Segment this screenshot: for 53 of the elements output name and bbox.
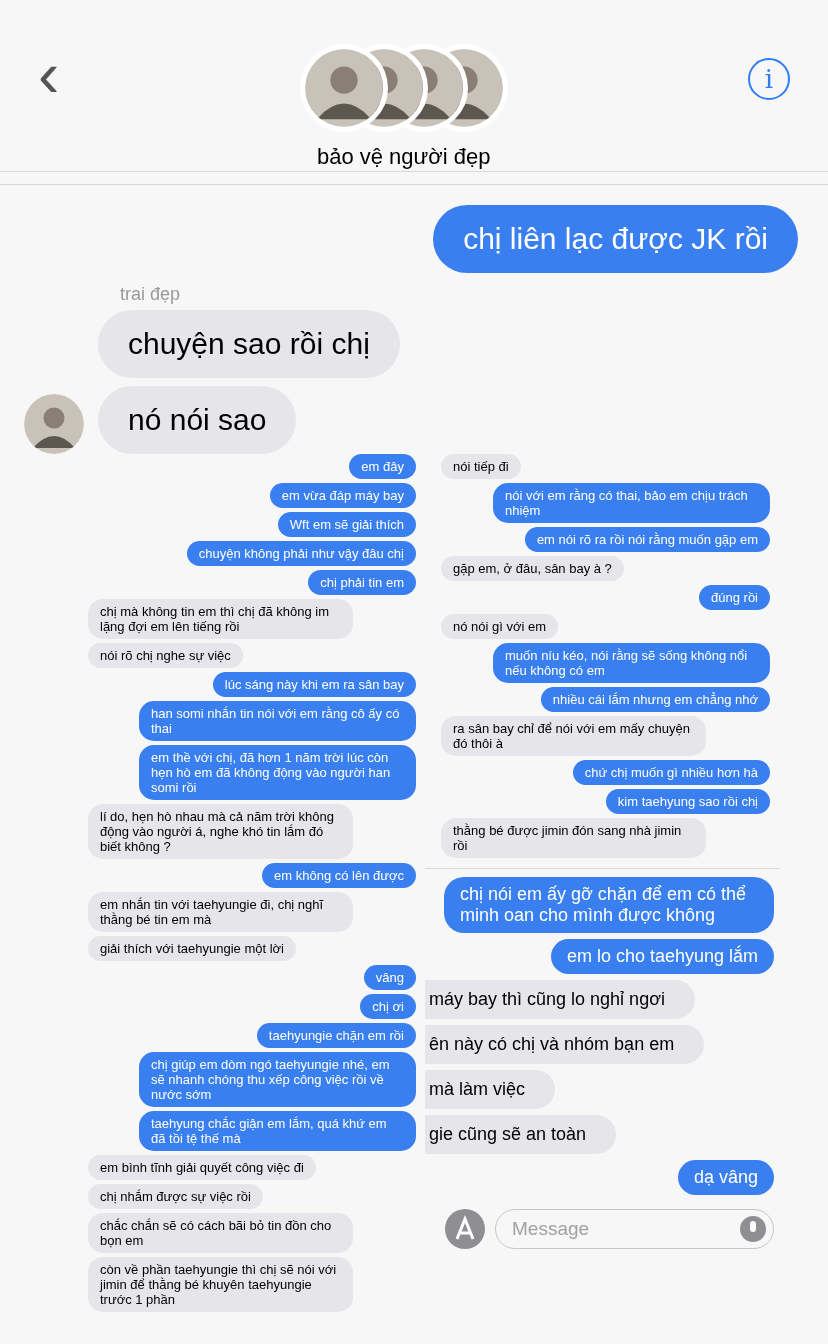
received-message: ra sân bay chỉ để nói với em mấy chuyện đó thôi à — [441, 716, 706, 756]
sent-message: muốn níu kéo, nói rằng sẽ sống không nổi nếu không có em — [493, 643, 770, 683]
received-message: chuyện sao rồi chị — [98, 310, 400, 378]
received-message: giải thích với taehyungie một lời — [88, 936, 296, 961]
sent-message: em lo cho taehyung lắm — [550, 939, 774, 974]
received-message: còn về phần taehyungie thì chị sẽ nói với jimin để thằng bé khuyên taehyungie trước 1 phần — [88, 1257, 353, 1312]
sent-message: chị giúp em dòm ngó taehyungie nhé, em sẽ nhanh chóng thu xếp công việc rồi về nước sớm — [139, 1052, 416, 1107]
sent-message: chị ơi — [360, 994, 416, 1019]
sent-message: nhiều cái lắm nhưng em chẳng nhớ — [540, 687, 770, 712]
sent-message: Wft em sẽ giải thích — [277, 512, 416, 537]
received-message: chắc chắn sẽ có cách bãi bỏ tin đồn cho bọn em — [88, 1213, 353, 1253]
received-message: nói tiếp đi — [441, 454, 521, 479]
sent-message: em đây — [349, 454, 416, 479]
received-message: chị nhắm được sự việc rồi — [88, 1184, 263, 1209]
sent-message: chị nói em ấy gỡ chặn để em có thể minh oan cho mình được không — [444, 877, 774, 933]
sent-message: chị phải tin em — [308, 570, 416, 595]
app-store-icon[interactable] — [445, 1209, 485, 1249]
sent-message: vâng — [363, 965, 416, 990]
sent-message: nói với em rằng có thai, bảo em chịu trách nhiệm — [493, 483, 770, 523]
sent-message: em vừa đáp máy bay — [269, 483, 416, 508]
sent-message: dạ vâng — [677, 1160, 774, 1195]
sent-message: taehyung chắc giận em lắm, quá khứ em đã tồi tệ thế mà — [139, 1111, 416, 1151]
received-message: gặp em, ở đâu, sân bay à ? — [441, 556, 624, 581]
sent-message: đúng rồi — [699, 585, 770, 610]
back-button[interactable]: ‹ — [38, 44, 60, 104]
received-message: em bình tĩnh giải quyết công việc đi — [88, 1155, 316, 1180]
sender-name: trai đẹp — [119, 283, 182, 306]
received-message: máy bay thì cũng lo nghỉ ngơi — [425, 980, 695, 1019]
sent-message: lúc sáng này khi em ra sân bay — [212, 672, 416, 697]
sent-message: taehyungie chặn em rồi — [256, 1023, 416, 1048]
sent-message: chị liên lạc được JK rồi — [433, 205, 798, 273]
received-message: nó nói gì với em — [441, 614, 559, 639]
received-message: nó nói sao — [98, 386, 297, 454]
received-message: chị mà không tin em thì chị đã không im lặng đợi em lên tiếng rồi — [88, 599, 353, 639]
message-field[interactable]: Message — [495, 1209, 774, 1249]
received-message: lí do, hẹn hò nhau mà cả năm trời không động vào người á, nghe khó tin lắm đó biết không ? — [88, 804, 353, 859]
received-message: gie cũng sẽ an toàn — [425, 1115, 617, 1154]
info-button[interactable]: i — [748, 58, 790, 100]
sent-message: em thề với chị, đã hơn 1 năm trời lúc còn hẹn hò em đã không động vào người han somi rồi — [139, 745, 416, 800]
sent-message: em không có lên được — [262, 863, 416, 888]
received-message: thằng bé được jimin đón sang nhà jimin rồi — [441, 818, 706, 858]
received-message: em nhắn tin với taehyungie đi, chị nghĩ thằng bé tin em mà — [88, 892, 353, 932]
microphone-icon[interactable] — [740, 1216, 766, 1242]
sent-message: chứ chị muốn gì nhiều hơn hà — [572, 760, 770, 785]
sent-message: kim taehyung sao rồi chị — [605, 789, 770, 814]
received-message: ên này có chị và nhóm bạn em — [425, 1025, 705, 1064]
avatar — [24, 394, 84, 454]
received-message: mà làm việc — [425, 1070, 556, 1109]
received-message: nói rõ chị nghe sự việc — [88, 643, 243, 668]
conversation-title: bảo vệ người đẹp — [316, 143, 491, 171]
sent-message: em nói rõ ra rồi nói rằng muốn gặp em — [524, 527, 770, 552]
sent-message: han somi nhắn tin nói với em rằng cô ấy có thai — [139, 701, 416, 741]
sent-message: chuyện không phải như vậy đâu chị — [186, 541, 416, 566]
